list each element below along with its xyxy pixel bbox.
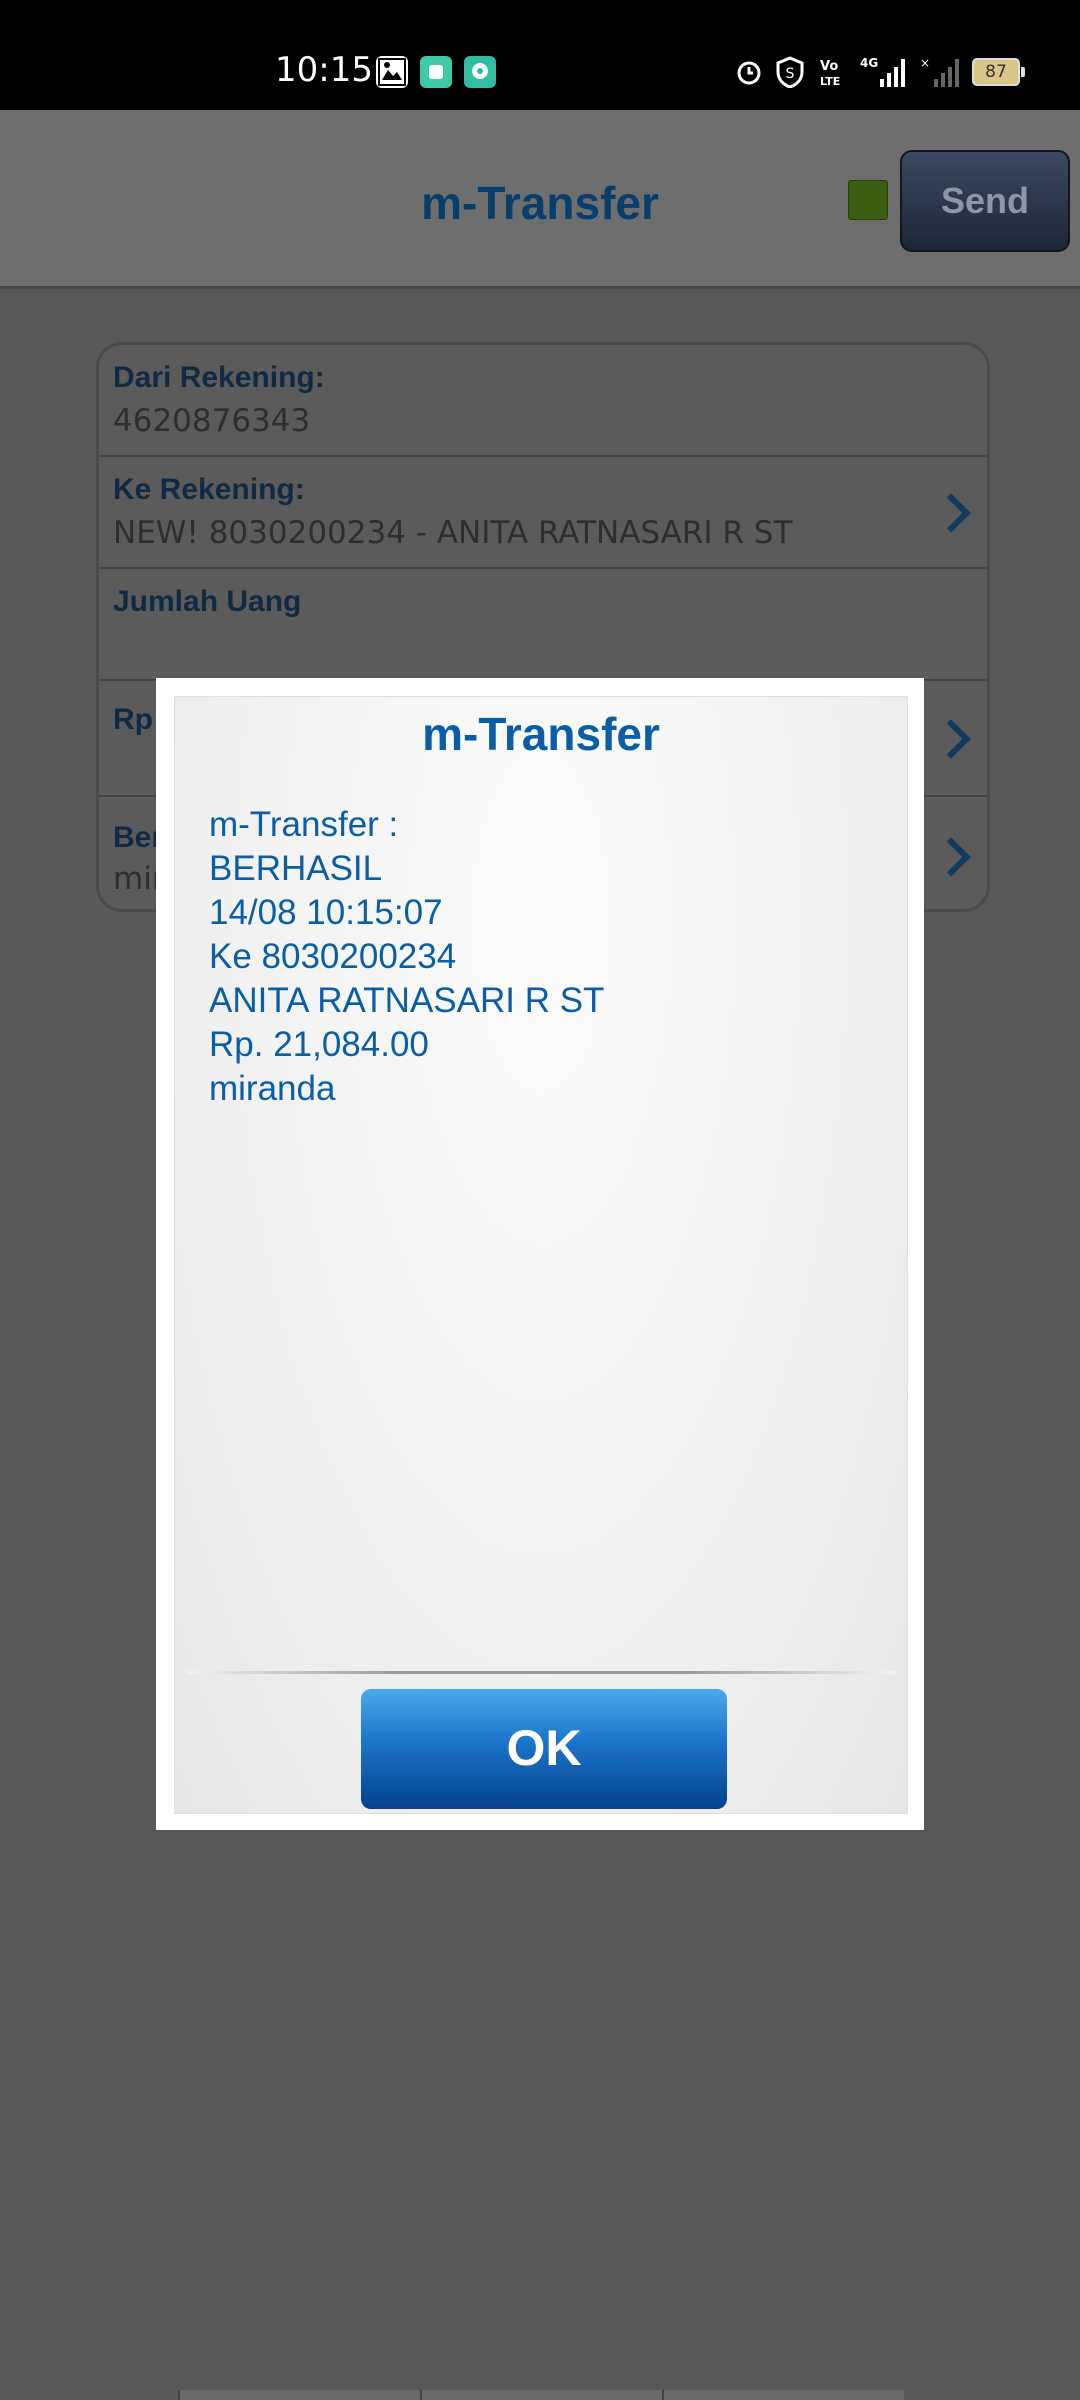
- signal-4g-icon: 4G: [860, 54, 906, 90]
- dialog-title: m-Transfer: [422, 708, 660, 760]
- to-account-row[interactable]: Ke Rekening: NEW! 8030200234 - ANITA RAT…: [99, 457, 987, 569]
- message-icon: [464, 56, 496, 88]
- amount-label: Jumlah Uang: [113, 585, 302, 618]
- svg-text:4G: 4G: [860, 56, 878, 70]
- chevron-right-icon: [931, 719, 971, 759]
- dialog-message: m-Transfer : BERHASIL 14/08 10:15:07 Ke …: [209, 803, 604, 1111]
- battery-indicator: 87: [972, 58, 1025, 86]
- svg-text:LTE: LTE: [820, 75, 840, 88]
- signal-icon: ×: [920, 54, 960, 90]
- message-line: m-Transfer :: [209, 805, 399, 844]
- vpn-icon: S: [776, 54, 804, 90]
- message-line: Ke 8030200234: [209, 937, 457, 976]
- alarm-icon: [734, 54, 764, 90]
- ok-button[interactable]: OK: [361, 1689, 727, 1809]
- amount-row[interactable]: Jumlah Uang: [99, 569, 987, 681]
- status-bar: 10:15 S Vo LTE 4G × 87: [0, 0, 1080, 110]
- to-account-label: Ke Rekening:: [113, 473, 305, 506]
- status-time: 10:15: [275, 50, 373, 90]
- svg-text:S: S: [786, 66, 795, 82]
- svg-text:Vo: Vo: [820, 59, 838, 74]
- chat-icon: [420, 56, 452, 88]
- bottom-nav-tab[interactable]: [662, 2390, 904, 2400]
- bottom-nav-tab[interactable]: [420, 2390, 662, 2400]
- svg-text:×: ×: [920, 56, 930, 70]
- app-header: m-Transfer Send: [0, 110, 1080, 289]
- message-line: ANITA RATNASARI R ST: [209, 981, 605, 1020]
- chevron-right-icon: [931, 837, 971, 877]
- result-dialog: m-Transfer m-Transfer : BERHASIL 14/08 1…: [156, 678, 924, 1830]
- message-line: BERHASIL: [209, 849, 383, 888]
- from-account-value: 4620876343: [113, 403, 311, 439]
- send-button[interactable]: Send: [900, 150, 1070, 252]
- from-account-row[interactable]: Dari Rekening: 4620876343: [99, 345, 987, 457]
- volte-icon: Vo LTE: [818, 54, 848, 90]
- message-line: 14/08 10:15:07: [209, 893, 443, 932]
- connection-status-indicator: [848, 180, 888, 220]
- currency-label: Rp: [113, 703, 153, 736]
- dialog-content: m-Transfer m-Transfer : BERHASIL 14/08 1…: [174, 696, 908, 1814]
- message-line: Rp. 21,084.00: [209, 1025, 429, 1064]
- chevron-right-icon: [931, 493, 971, 533]
- gallery-icon: [376, 56, 408, 88]
- message-line: miranda: [209, 1069, 336, 1108]
- dialog-divider: [187, 1671, 895, 1674]
- from-account-label: Dari Rekening:: [113, 361, 325, 394]
- to-account-value: NEW! 8030200234 - ANITA RATNASARI R ST: [113, 515, 793, 551]
- bottom-nav-tab[interactable]: [178, 2390, 420, 2400]
